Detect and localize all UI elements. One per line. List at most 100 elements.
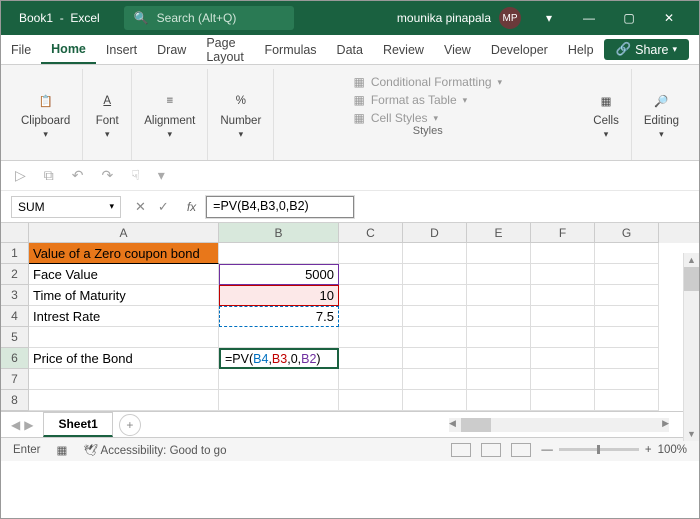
row-header-5[interactable]: 5 [1, 327, 29, 348]
sheet-tab-1[interactable]: Sheet1 [43, 412, 112, 437]
user-area: mounika pinapala MP ▾ ― ▢ ✕ [397, 1, 699, 35]
qat-touch-icon[interactable]: ☟ [131, 167, 140, 184]
table-icon: ▦ [353, 93, 364, 107]
enter-formula-icon[interactable]: ✓ [158, 199, 169, 215]
vertical-scrollbar[interactable]: ▲ ▼ [683, 253, 699, 441]
cell-a2[interactable]: Face Value [29, 264, 219, 285]
row-header-8[interactable]: 8 [1, 390, 29, 411]
zoom-level[interactable]: 100% [658, 444, 687, 456]
col-header-c[interactable]: C [339, 223, 403, 243]
cells-button[interactable]: ▦Cells▾ [591, 85, 621, 144]
fx-icon[interactable]: fx [183, 200, 200, 214]
cell-b2[interactable]: 5000 [219, 264, 339, 285]
menu-bar: File Home Insert Draw Page Layout Formul… [1, 35, 699, 65]
number-icon: % [229, 89, 253, 113]
cell-styles-button[interactable]: ▦ Cell Styles ▾ [353, 111, 438, 125]
cell-a1[interactable]: Value of a Zero coupon bond [29, 243, 219, 264]
tab-nav-prev-icon[interactable]: ◀ [11, 418, 20, 432]
row-header-6[interactable]: 6 [1, 348, 29, 369]
tab-formulas[interactable]: Formulas [254, 35, 326, 64]
tab-draw[interactable]: Draw [147, 35, 196, 64]
accessibility-status[interactable]: 🕊 Accessibility: Good to go [83, 443, 226, 457]
editing-button[interactable]: 🔎Editing▾ [642, 85, 681, 144]
ribbon-options-icon[interactable]: ▾ [529, 1, 569, 35]
tab-pagelayout[interactable]: Page Layout [196, 35, 254, 64]
col-header-a[interactable]: A [29, 223, 219, 243]
minimize-icon[interactable]: ― [569, 1, 609, 35]
tab-developer[interactable]: Developer [481, 35, 558, 64]
cell-b3[interactable]: 10 [219, 285, 339, 306]
share-button[interactable]: 🔗 Share ▾ [604, 39, 689, 60]
cellstyles-icon: ▦ [353, 111, 364, 125]
formula-bar: SUM▾ ✕ ✓ fx =PV(B4,B3,0,B2) [1, 191, 699, 223]
col-header-e[interactable]: E [467, 223, 531, 243]
row-header-3[interactable]: 3 [1, 285, 29, 306]
tab-nav-next-icon[interactable]: ▶ [24, 418, 33, 432]
col-header-g[interactable]: G [595, 223, 659, 243]
close-icon[interactable]: ✕ [649, 1, 689, 35]
tab-review[interactable]: Review [373, 35, 434, 64]
ribbon: 📋Clipboard▾ AFont▾ ≡Alignment▾ %Number▾ … [1, 65, 699, 161]
col-header-b[interactable]: B [219, 223, 339, 243]
col-header-d[interactable]: D [403, 223, 467, 243]
alignment-button[interactable]: ≡Alignment▾ [142, 85, 197, 144]
qat-redo-icon[interactable]: ↷ [102, 167, 114, 184]
horizontal-scrollbar[interactable]: ◀▶ [449, 418, 669, 432]
tab-home[interactable]: Home [41, 35, 96, 64]
zoom-slider[interactable] [559, 448, 639, 451]
view-pagelayout-icon[interactable] [481, 443, 501, 457]
scroll-up-icon[interactable]: ▲ [684, 253, 699, 267]
status-mode: Enter [13, 444, 41, 456]
tab-data[interactable]: Data [327, 35, 373, 64]
scroll-thumb[interactable] [684, 267, 699, 291]
cell-b6[interactable]: =PV(B4,B3,0,B2) [219, 348, 339, 369]
cells-icon: ▦ [594, 89, 618, 113]
cell-a3[interactable]: Time of Maturity [29, 285, 219, 306]
font-button[interactable]: AFont▾ [93, 85, 121, 144]
row-header-4[interactable]: 4 [1, 306, 29, 327]
column-headers: A B C D E F G [1, 223, 699, 243]
editing-icon: 🔎 [649, 89, 673, 113]
search-box[interactable]: 🔍 Search (Alt+Q) [124, 6, 294, 30]
row-header-2[interactable]: 2 [1, 264, 29, 285]
zoom-out-icon[interactable]: ― [541, 444, 553, 456]
tab-file[interactable]: File [1, 35, 41, 64]
macro-icon[interactable]: ▦ [57, 443, 68, 457]
qat-undo-icon[interactable]: ↶ [72, 167, 84, 184]
qat-share-icon[interactable]: ▷ [15, 167, 26, 184]
row-header-7[interactable]: 7 [1, 369, 29, 390]
title-bar: Book1 - Excel 🔍 Search (Alt+Q) mounika p… [1, 1, 699, 35]
row-header-1[interactable]: 1 [1, 243, 29, 264]
formula-input[interactable]: =PV(B4,B3,0,B2) [206, 196, 354, 218]
qat-more-icon[interactable]: ▾ [158, 167, 165, 184]
cell-a4[interactable]: Intrest Rate [29, 306, 219, 327]
zoom-in-icon[interactable]: + [645, 444, 652, 456]
workbook-name: Book1 - Excel [1, 11, 114, 25]
cell-a6[interactable]: Price of the Bond [29, 348, 219, 369]
cell-b1[interactable] [219, 243, 339, 264]
tab-view[interactable]: View [434, 35, 481, 64]
spreadsheet-grid[interactable]: A B C D E F G 1Value of a Zero coupon bo… [1, 223, 699, 411]
new-sheet-button[interactable]: + [119, 414, 141, 436]
conditional-icon: ▦ [353, 75, 364, 89]
col-header-f[interactable]: F [531, 223, 595, 243]
cell-b4[interactable]: 7.5 [219, 306, 339, 327]
search-placeholder: Search (Alt+Q) [157, 11, 237, 25]
maximize-icon[interactable]: ▢ [609, 1, 649, 35]
clipboard-icon: 📋 [34, 89, 58, 113]
number-button[interactable]: %Number▾ [218, 85, 263, 144]
view-pagebreak-icon[interactable] [511, 443, 531, 457]
username: mounika pinapala [397, 11, 491, 25]
tab-insert[interactable]: Insert [96, 35, 147, 64]
cancel-formula-icon[interactable]: ✕ [135, 199, 146, 215]
select-all-corner[interactable] [1, 223, 29, 243]
format-table-button[interactable]: ▦ Format as Table ▾ [353, 93, 467, 107]
conditional-formatting-button[interactable]: ▦ Conditional Formatting ▾ [353, 75, 502, 89]
tab-help[interactable]: Help [558, 35, 604, 64]
clipboard-button[interactable]: 📋Clipboard▾ [19, 85, 72, 144]
name-box[interactable]: SUM▾ [11, 196, 121, 218]
view-normal-icon[interactable] [451, 443, 471, 457]
qat-copy-icon[interactable]: ⧉ [44, 167, 54, 184]
avatar[interactable]: MP [499, 7, 521, 29]
scroll-down-icon[interactable]: ▼ [684, 427, 699, 441]
